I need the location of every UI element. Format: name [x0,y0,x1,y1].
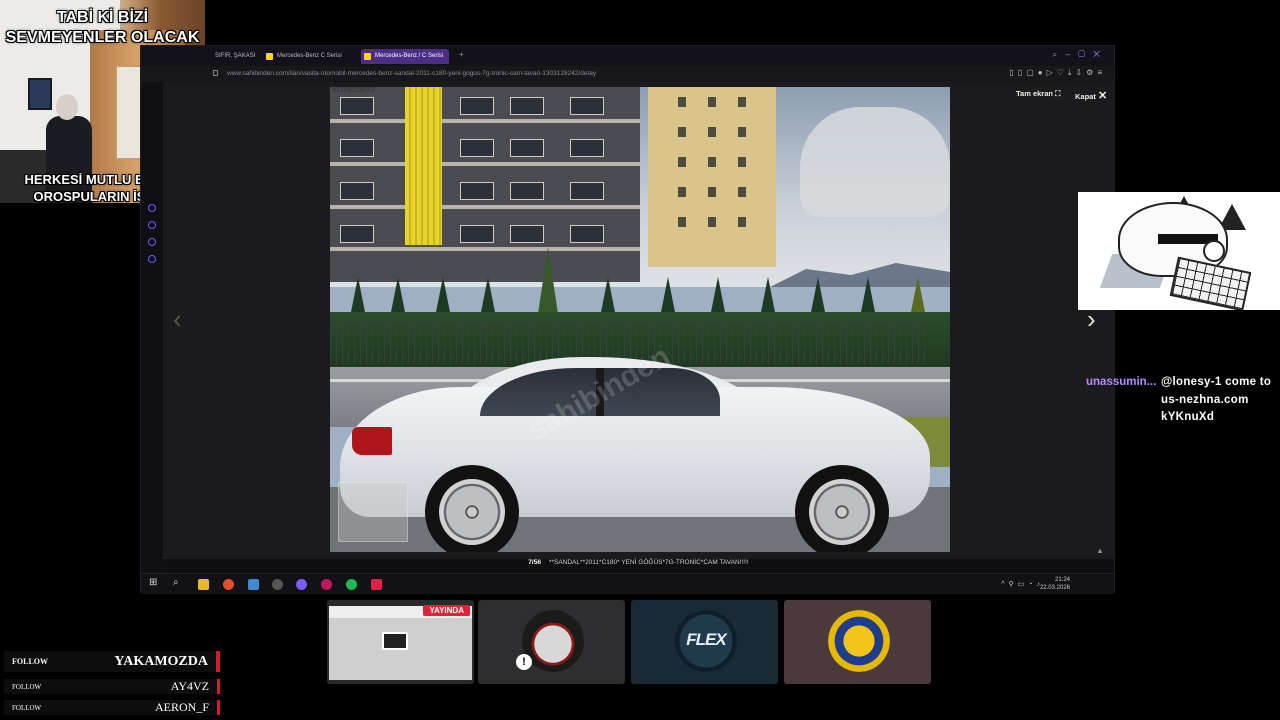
photo-caption: 7/56 **SANDAL**2011*C180* YENİ GÖĞÜS*7G-T… [163,559,1114,566]
fullscreen-button[interactable]: Tam ekran ⛶ [1016,89,1060,99]
streamer-head [56,94,78,120]
lock-icon [213,70,218,76]
cat-paw [1203,240,1225,262]
flex-avatar: FLEX [675,610,737,672]
channel-card[interactable]: ! [478,600,625,684]
cat-avatar: ! [516,610,584,672]
chat-text: @lonesy-1 come to us-nezhna.com kYKnuXd [1161,376,1272,423]
browser-tab-bar: SIFIR, ŞAKASI Mercedes-Benz C Serisi Mer… [141,46,1114,66]
tab-sifir[interactable]: SIFIR, ŞAKASI [201,49,255,64]
close-button[interactable]: Kapat ✕ [1075,89,1107,102]
clock[interactable]: 21:24 22.03.2026 [1040,576,1070,592]
spotify-icon[interactable] [346,579,357,590]
settings-icon[interactable] [272,579,283,590]
channel-card[interactable] [784,600,931,684]
browser-sidebar [141,82,163,582]
channel-card[interactable]: FLEX [631,600,778,684]
address-bar[interactable]: www.sahibinden.com/ilan/vasita-otomobil-… [141,66,1114,82]
stream-card-live[interactable]: YAYINDA [327,600,474,684]
file-explorer-icon[interactable] [198,579,209,590]
discord-icon[interactable] [296,579,307,590]
car-photo: sahibinden #1303128242 [330,87,950,552]
rear-wheel [425,465,519,552]
chat-message: unassumin... @lonesy-1 come to us-nezhna… [1086,374,1280,423]
sidebar-icon[interactable] [148,204,156,212]
opera-icon[interactable] [321,579,332,590]
yellow-facade [405,87,442,245]
app-icon[interactable] [371,579,382,590]
system-tray-icons[interactable]: ^⚲▭◔♪ [1001,580,1044,588]
follow-alert: FOLLOW AY4VZ [4,679,220,694]
search-icon[interactable]: ⌕ [173,577,184,588]
tab-mercedes-1[interactable]: Mercedes-Benz C Serisi [263,49,342,64]
sahibinden-favicon [364,53,371,60]
chat-username[interactable]: unassumin... [1086,376,1156,388]
front-wheel [795,465,889,552]
shared-screen: SIFIR, ŞAKASI Mercedes-Benz C Serisi Mer… [140,45,1115,594]
scroll-top-icon[interactable]: ▲ [1096,546,1104,555]
new-tab-icon[interactable]: + [459,50,464,59]
fenerbahce-avatar [828,610,890,672]
browser-icon[interactable] [223,579,234,590]
keyboard [1169,256,1252,310]
dealer-logo [338,482,408,542]
photo-counter: 7/56 [528,559,541,566]
webcam-top-caption: TABİ Kİ BİZİ SEVMEYENLER OLACAK [5,9,200,46]
monitor-icon [382,632,408,650]
cat-typing-overlay [1078,192,1280,310]
tab-mercedes-2[interactable]: Mercedes-Benz / C Serisi [361,49,450,64]
close-icon: ✕ [1097,90,1108,102]
follow-alert: FOLLOW AERON_F [4,700,220,715]
cloud [800,107,950,217]
taillight [352,427,392,455]
prev-photo-arrow-icon[interactable]: ‹ [173,304,182,335]
windows-taskbar: ⊞ ⌕ ^⚲▭◔♪ 21:24 22.03.2026 [141,573,1114,594]
sidebar-icon[interactable] [148,255,156,263]
photo-id: #1303128242 [332,87,375,94]
sidebar-icon[interactable] [148,221,156,229]
url-field[interactable]: www.sahibinden.com/ilan/vasita-otomobil-… [227,68,596,80]
telegram-icon[interactable] [248,579,259,590]
sidebar-icon[interactable] [148,238,156,246]
toolbar-icons[interactable]: ▯▯▢●▷♡⤓⇩⚙≡ [1009,68,1106,78]
live-badge: YAYINDA [423,605,470,616]
follow-alert: FOLLOW YAKAMOZDA [4,651,220,672]
sahibinden-favicon [266,53,273,60]
wall-picture [28,78,52,110]
start-icon[interactable]: ⊞ [149,577,160,588]
window-controls[interactable]: ⌕–▢✕ [1052,49,1108,60]
listing-title: **SANDAL**2011*C180* YENİ GÖĞÜS*7G-TRONİ… [548,559,749,566]
alert-icon: ! [516,654,532,670]
expand-icon: ⛶ [1055,89,1061,98]
